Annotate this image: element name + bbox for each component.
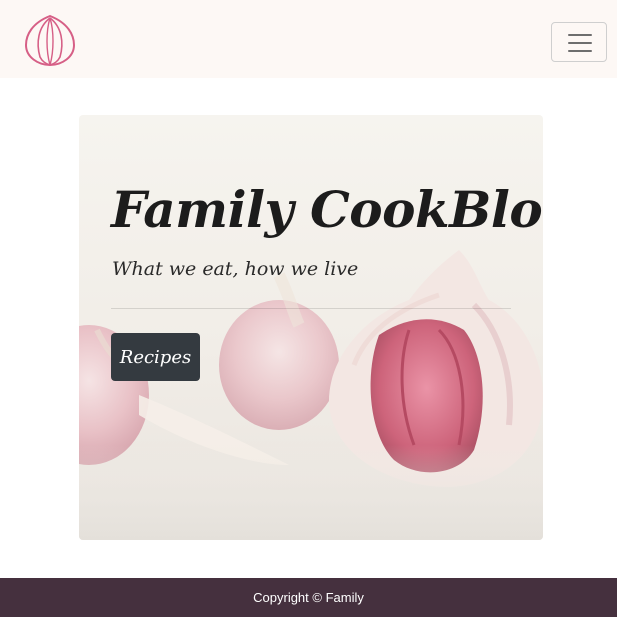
hero-jumbotron: Family CookBlog What we eat, how we live… xyxy=(79,115,543,540)
hamburger-menu-icon xyxy=(568,34,592,36)
footer: Copyright © Family xyxy=(0,578,617,617)
garlic-logo-icon[interactable] xyxy=(22,13,78,69)
hero-title: Family CookBlog xyxy=(111,180,543,239)
recipes-button[interactable]: Recipes xyxy=(111,333,200,381)
hamburger-bar xyxy=(568,50,592,52)
hamburger-bar xyxy=(568,42,592,44)
navbar-toggler-button[interactable] xyxy=(551,22,607,62)
navbar xyxy=(0,0,617,78)
hero-divider xyxy=(111,308,511,309)
hero-subtitle: What we eat, how we live xyxy=(112,258,359,280)
footer-copyright: Copyright © Family xyxy=(253,590,364,605)
